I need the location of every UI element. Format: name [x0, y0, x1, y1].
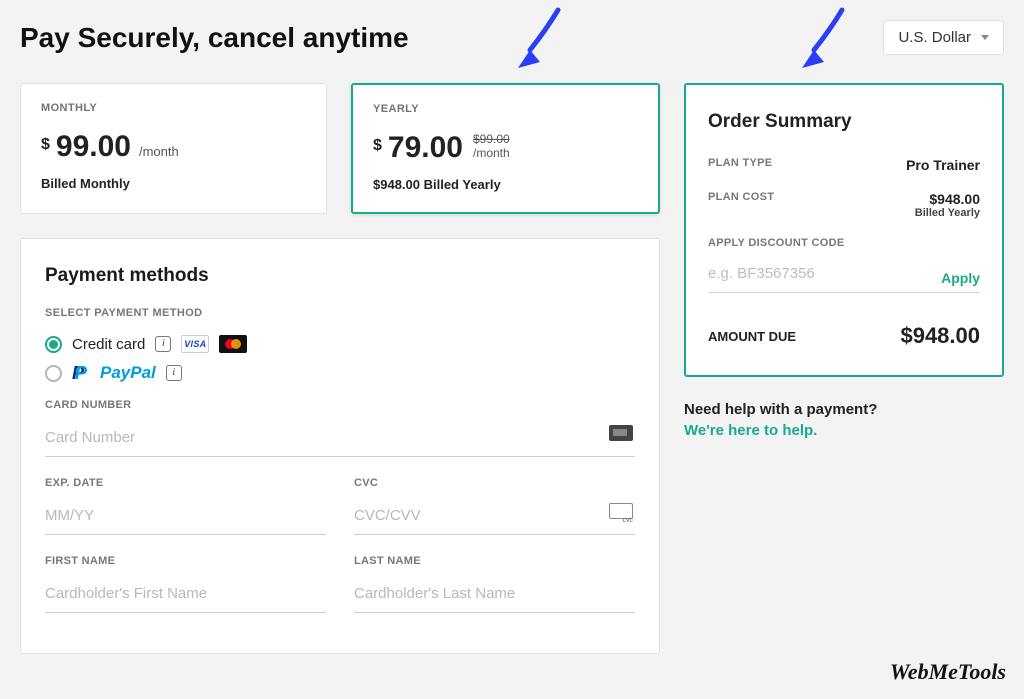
radio-credit-card[interactable] [45, 336, 62, 353]
chevron-down-icon [981, 35, 989, 40]
apply-button[interactable]: Apply [941, 270, 980, 286]
credit-card-label: Credit card [72, 336, 145, 353]
plan-note: Billed Monthly [41, 176, 306, 191]
plan-cost-value: $948.00 Billed Yearly [915, 191, 980, 219]
exp-label: EXP. DATE [45, 477, 326, 489]
plan-type-value: Pro Trainer [906, 157, 980, 173]
page-title: Pay Securely, cancel anytime [20, 22, 409, 54]
select-payment-label: SELECT PAYMENT METHOD [45, 307, 635, 319]
amount-due-label: AMOUNT DUE [708, 329, 796, 344]
first-name-input[interactable] [45, 577, 326, 613]
plan-label: MONTHLY [41, 102, 306, 114]
plan-note: $948.00 Billed Yearly [373, 177, 638, 192]
payment-heading: Payment methods [45, 265, 635, 287]
plan-card-monthly[interactable]: MONTHLY $ 99.00 /month Billed Monthly [20, 83, 327, 214]
info-icon[interactable]: i [166, 365, 182, 381]
exp-input[interactable] [45, 499, 326, 535]
plan-label: YEARLY [373, 103, 638, 115]
cvc-icon [609, 503, 633, 524]
last-name-label: LAST NAME [354, 555, 635, 567]
help-link[interactable]: We're here to help. [684, 422, 1004, 439]
mastercard-icon [219, 335, 247, 353]
card-number-input[interactable] [45, 421, 635, 457]
first-name-label: FIRST NAME [45, 555, 326, 567]
plan-type-label: PLAN TYPE [708, 157, 772, 169]
radio-paypal[interactable] [45, 365, 62, 382]
help-question: Need help with a payment? [684, 401, 1004, 418]
currency-select[interactable]: U.S. Dollar [883, 20, 1004, 55]
last-name-input[interactable] [354, 577, 635, 613]
plan-card-yearly[interactable]: YEARLY $ 79.00 $99.00 /month $948.00 Bil… [351, 83, 660, 214]
order-summary-panel: Order Summary PLAN TYPE Pro Trainer PLAN… [684, 83, 1004, 377]
plan-price: $ 99.00 /month [41, 132, 306, 162]
discount-input[interactable] [708, 261, 931, 286]
discount-label: APPLY DISCOUNT CODE [708, 237, 980, 249]
card-number-label: CARD NUMBER [45, 399, 635, 411]
summary-title: Order Summary [708, 111, 980, 133]
card-icon [609, 425, 633, 446]
cvc-input[interactable] [354, 499, 635, 535]
plan-cost-label: PLAN COST [708, 191, 774, 203]
paypal-icon [72, 363, 90, 383]
payment-panel: Payment methods SELECT PAYMENT METHOD Cr… [20, 238, 660, 654]
currency-value: U.S. Dollar [898, 29, 971, 46]
watermark: WebMeTools [890, 659, 1006, 685]
plan-price: $ 79.00 $99.00 /month [373, 133, 638, 163]
help-block: Need help with a payment? We're here to … [684, 401, 1004, 439]
cvc-label: CVC [354, 477, 635, 489]
visa-icon: VISA [181, 335, 209, 353]
amount-due-value: $948.00 [900, 323, 980, 349]
paypal-label: PayPal [100, 363, 156, 383]
info-icon[interactable]: i [155, 336, 171, 352]
